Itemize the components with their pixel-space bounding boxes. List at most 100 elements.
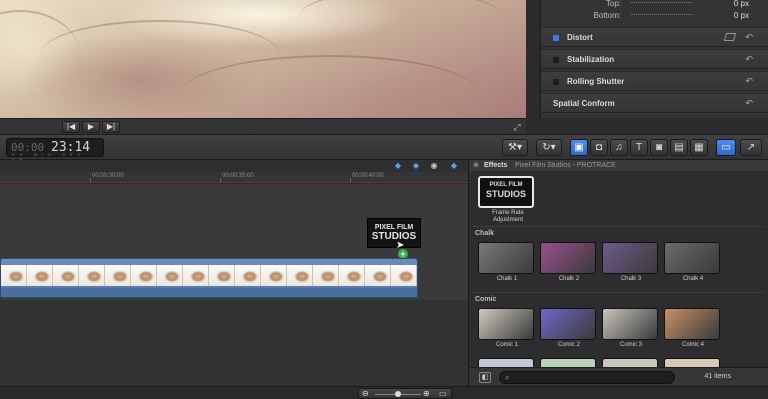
effect-label: Comic 4 bbox=[681, 342, 704, 348]
effects-footer: ◧ ⌕ 41 items bbox=[469, 367, 768, 386]
filmstrip-frame bbox=[131, 265, 157, 286]
section-spatial-conform[interactable]: Spatial Conform ↶ bbox=[541, 93, 768, 113]
effects-title: Effects bbox=[484, 162, 508, 169]
close-icon[interactable]: ⊗ bbox=[473, 160, 479, 171]
filmstrip-frame bbox=[105, 265, 131, 286]
section-stabilization[interactable]: Stabilization ↶ bbox=[541, 49, 768, 69]
audio-skimming-icon[interactable]: ◆ bbox=[410, 162, 422, 170]
effect-item-frame-rate[interactable]: PIXEL FILM STUDIOS Frame Rate Adjustment bbox=[478, 176, 538, 224]
status-bar: ⊖ ⊕ ▭ bbox=[0, 386, 768, 399]
photos-browser-icon[interactable]: ◘ bbox=[590, 139, 608, 156]
adjustment-layer-clip[interactable]: PIXEL FILM STUDIOS bbox=[367, 218, 421, 248]
snapping-icon[interactable]: ◆ bbox=[448, 162, 460, 170]
distort-onscreen-icon[interactable] bbox=[723, 33, 737, 41]
effect-item-partial[interactable] bbox=[478, 358, 536, 367]
filmstrip-frame bbox=[27, 265, 53, 286]
retime-icon[interactable]: ↻▾ bbox=[536, 139, 562, 156]
clip-appearance-icon[interactable]: ▭ bbox=[439, 389, 447, 398]
effect-label: Chalk 1 bbox=[496, 276, 518, 282]
effect-item-partial[interactable] bbox=[540, 358, 598, 367]
filmstrip-frame bbox=[313, 265, 339, 286]
section-divider bbox=[473, 226, 765, 227]
generators-browser-icon[interactable]: ◙ bbox=[650, 139, 668, 156]
ruler-label: 00:00:40:00 bbox=[352, 173, 384, 179]
fullscreen-icon[interactable]: ⤢ bbox=[510, 121, 524, 133]
select-tool-icon[interactable]: ⚒▾ bbox=[502, 139, 528, 156]
effect-thumbnail bbox=[602, 242, 658, 274]
effect-item[interactable]: Chalk 3 bbox=[602, 242, 660, 283]
sidebar-toggle-icon[interactable]: ◧ bbox=[479, 372, 491, 383]
effect-thumbnail bbox=[478, 308, 534, 340]
effect-item-partial[interactable] bbox=[664, 358, 722, 367]
effect-item[interactable]: Comic 2 bbox=[540, 308, 598, 349]
reset-arrow-icon[interactable]: ↶ bbox=[745, 76, 753, 87]
zoom-slider-knob[interactable] bbox=[395, 391, 401, 397]
filmstrip-frame bbox=[79, 265, 105, 286]
section-distort[interactable]: Distort ↶ bbox=[541, 27, 768, 47]
clip-filmstrip bbox=[1, 265, 417, 286]
effect-item[interactable]: Comic 3 bbox=[602, 308, 660, 349]
adjustment-clip-line2: STUDIOS bbox=[371, 231, 417, 242]
effect-thumbnail bbox=[664, 308, 720, 340]
effect-label: Chalk 3 bbox=[620, 276, 642, 282]
effect-item-partial[interactable] bbox=[602, 358, 660, 367]
effect-item[interactable]: Comic 1 bbox=[478, 308, 536, 349]
filmstrip-frame bbox=[391, 265, 417, 286]
timeline: ◆ ◆ ◉ ◆ 00:00:30:00 00:00:35:00 00:00:40… bbox=[0, 160, 468, 386]
item-count: 41 items bbox=[704, 373, 731, 380]
effect-item[interactable]: Comic 4 bbox=[664, 308, 722, 349]
reset-arrow-icon[interactable]: ↶ bbox=[745, 98, 753, 109]
timeline-zoom-control[interactable]: ⊖ ⊕ ▭ bbox=[358, 388, 452, 399]
section-divider bbox=[473, 292, 765, 293]
audio-waveform-icon[interactable]: ◆ bbox=[392, 162, 404, 170]
transport-controls: |◀ ▶ ▶| bbox=[62, 121, 120, 133]
filmstrip-frame bbox=[1, 265, 27, 286]
share-icon[interactable]: ↗ bbox=[740, 139, 762, 156]
clip-audio-bar bbox=[1, 288, 417, 297]
music-browser-icon[interactable]: ♫ bbox=[610, 139, 628, 156]
param-value[interactable]: 0 px bbox=[734, 11, 749, 20]
section-label: Stabilization bbox=[567, 55, 615, 64]
effect-item[interactable]: Chalk 2 bbox=[540, 242, 598, 283]
section-label: Rolling Shutter bbox=[567, 77, 625, 86]
param-label: Bottom: bbox=[593, 11, 621, 20]
titles-browser-icon[interactable]: T bbox=[630, 139, 648, 156]
previous-frame-button[interactable]: |◀ bbox=[62, 121, 80, 133]
solo-icon[interactable]: ◉ bbox=[428, 162, 440, 170]
zoom-in-icon[interactable]: ⊕ bbox=[423, 389, 430, 398]
timeline-ruler[interactable]: 00:00:30:00 00:00:35:00 00:00:40:00 bbox=[0, 172, 468, 184]
zoom-out-icon[interactable]: ⊖ bbox=[362, 389, 369, 398]
playhead-range bbox=[0, 182, 468, 183]
play-button[interactable]: ▶ bbox=[82, 121, 100, 133]
filmstrip-frame bbox=[53, 265, 79, 286]
transitions-browser-icon[interactable]: ▦ bbox=[690, 139, 708, 156]
effect-thumbnail bbox=[540, 242, 596, 274]
param-slider[interactable] bbox=[631, 14, 693, 18]
enable-checkbox[interactable] bbox=[553, 57, 559, 63]
search-input[interactable]: ⌕ bbox=[499, 371, 675, 384]
effects-header: ⊗ Effects Pixel Film Studios - PROTRACE bbox=[469, 160, 768, 171]
effect-item[interactable]: Chalk 1 bbox=[478, 242, 536, 283]
effects-browser: ⊗ Effects Pixel Film Studios - PROTRACE … bbox=[468, 160, 768, 386]
effect-item[interactable]: Chalk 4 bbox=[664, 242, 722, 283]
effect-thumbnail bbox=[664, 242, 720, 274]
enable-checkbox[interactable] bbox=[553, 79, 559, 85]
brand-logo: PIXEL FILM STUDIOS bbox=[485, 182, 526, 199]
reset-arrow-icon[interactable]: ↶ bbox=[745, 32, 753, 43]
fabric-fold bbox=[300, 0, 500, 40]
enable-checkbox[interactable] bbox=[553, 35, 559, 41]
effect-thumbnail bbox=[602, 308, 658, 340]
filmstrip-frame bbox=[157, 265, 183, 286]
filmstrip-frame bbox=[183, 265, 209, 286]
section-rolling-shutter[interactable]: Rolling Shutter ↶ bbox=[541, 71, 768, 91]
effect-label: Comic 3 bbox=[619, 342, 642, 348]
next-frame-button[interactable]: ▶| bbox=[102, 121, 120, 133]
ruler-label: 00:00:30:00 bbox=[92, 173, 124, 179]
inspector-toggle-icon[interactable]: ▭ bbox=[716, 139, 736, 156]
primary-video-clip[interactable] bbox=[0, 258, 418, 298]
reset-arrow-icon[interactable]: ↶ bbox=[745, 54, 753, 65]
timecode-display[interactable]: 00:00 23:14 HR MIN SEC FR bbox=[6, 138, 104, 162]
effect-label: Chalk 2 bbox=[558, 276, 580, 282]
effects-browser-icon[interactable]: ▣ bbox=[570, 139, 588, 156]
themes-browser-icon[interactable]: ▤ bbox=[670, 139, 688, 156]
